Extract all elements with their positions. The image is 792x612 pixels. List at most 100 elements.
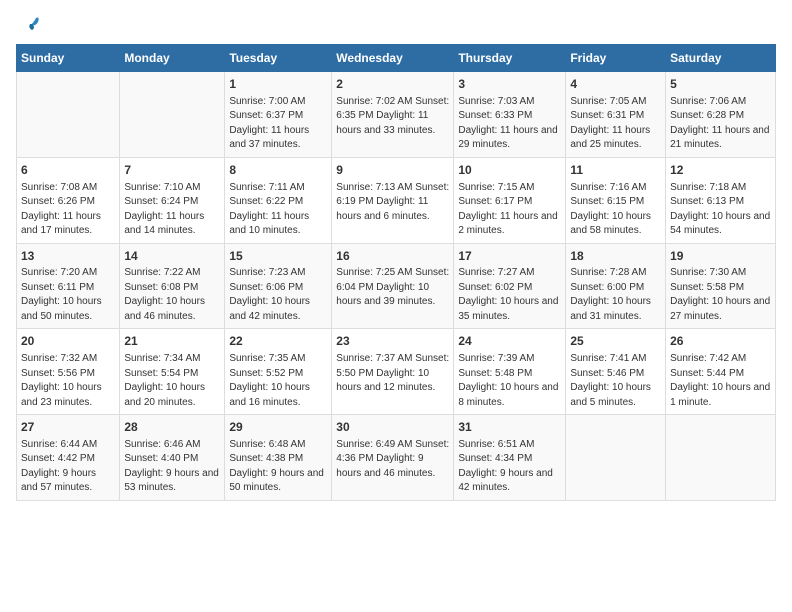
day-number: 6 bbox=[21, 162, 115, 179]
cell-content: Sunrise: 6:46 AM Sunset: 4:40 PM Dayligh… bbox=[124, 438, 220, 496]
cell-content: Sunrise: 7:00 AM Sunset: 6:37 PM Dayligh… bbox=[229, 95, 327, 153]
cell-content: Sunrise: 7:08 AM Sunset: 6:26 PM Dayligh… bbox=[21, 181, 115, 239]
day-number: 15 bbox=[229, 248, 327, 265]
calendar-cell bbox=[17, 72, 120, 158]
day-number: 20 bbox=[21, 333, 115, 350]
calendar-cell: 21 Sunrise: 7:34 AM Sunset: 5:54 PM Dayli… bbox=[120, 329, 225, 415]
cell-content: Sunrise: 7:28 AM Sunset: 6:00 PM Dayligh… bbox=[570, 266, 661, 324]
day-number: 8 bbox=[229, 162, 327, 179]
day-number: 3 bbox=[458, 76, 561, 93]
calendar-cell: 16Sunrise: 7:25 AM Sunset: 6:04 PM Dayli… bbox=[332, 243, 454, 329]
calendar-cell: 11 Sunrise: 7:16 AM Sunset: 6:15 PM Dayli… bbox=[566, 157, 666, 243]
calendar-cell: 24Sunrise: 7:39 AM Sunset: 5:48 PM Dayli… bbox=[454, 329, 566, 415]
day-number: 9 bbox=[336, 162, 449, 179]
page-header bbox=[16, 16, 776, 36]
calendar-cell: 15Sunrise: 7:23 AM Sunset: 6:06 PM Dayli… bbox=[225, 243, 332, 329]
cell-content: Sunrise: 7:32 AM Sunset: 5:56 PM Dayligh… bbox=[21, 352, 115, 410]
day-number: 23 bbox=[336, 333, 449, 350]
day-header-tuesday: Tuesday bbox=[225, 45, 332, 72]
calendar-cell: 3 Sunrise: 7:03 AM Sunset: 6:33 PM Daylig… bbox=[454, 72, 566, 158]
calendar-cell: 25Sunrise: 7:41 AM Sunset: 5:46 PM Dayli… bbox=[566, 329, 666, 415]
calendar-cell: 7 Sunrise: 7:10 AM Sunset: 6:24 PM Daylig… bbox=[120, 157, 225, 243]
calendar-cell: 22 Sunrise: 7:35 AM Sunset: 5:52 PM Dayli… bbox=[225, 329, 332, 415]
cell-content: Sunrise: 7:15 AM Sunset: 6:17 PM Dayligh… bbox=[458, 181, 561, 239]
calendar-cell: 10Sunrise: 7:15 AM Sunset: 6:17 PM Dayli… bbox=[454, 157, 566, 243]
day-number: 29 bbox=[229, 419, 327, 436]
day-header-wednesday: Wednesday bbox=[332, 45, 454, 72]
cell-content: Sunrise: 7:35 AM Sunset: 5:52 PM Dayligh… bbox=[229, 352, 327, 410]
cell-content: Sunrise: 7:25 AM Sunset: 6:04 PM Dayligh… bbox=[336, 266, 449, 310]
cell-content: Sunrise: 7:20 AM Sunset: 6:11 PM Dayligh… bbox=[21, 266, 115, 324]
day-number: 26 bbox=[670, 333, 771, 350]
calendar-cell: 19Sunrise: 7:30 AM Sunset: 5:58 PM Dayli… bbox=[666, 243, 776, 329]
cell-content: Sunrise: 7:05 AM Sunset: 6:31 PM Dayligh… bbox=[570, 95, 661, 153]
cell-content: Sunrise: 7:42 AM Sunset: 5:44 PM Dayligh… bbox=[670, 352, 771, 410]
logo-bird-icon bbox=[18, 16, 40, 36]
cell-content: Sunrise: 7:39 AM Sunset: 5:48 PM Dayligh… bbox=[458, 352, 561, 410]
cell-content: Sunrise: 7:27 AM Sunset: 6:02 PM Dayligh… bbox=[458, 266, 561, 324]
day-number: 7 bbox=[124, 162, 220, 179]
day-header-sunday: Sunday bbox=[17, 45, 120, 72]
day-header-friday: Friday bbox=[566, 45, 666, 72]
calendar-cell: 20 Sunrise: 7:32 AM Sunset: 5:56 PM Dayli… bbox=[17, 329, 120, 415]
cell-content: Sunrise: 6:51 AM Sunset: 4:34 PM Dayligh… bbox=[458, 438, 561, 496]
cell-content: Sunrise: 7:06 AM Sunset: 6:28 PM Dayligh… bbox=[670, 95, 771, 153]
day-number: 2 bbox=[336, 76, 449, 93]
day-header-saturday: Saturday bbox=[666, 45, 776, 72]
week-row-2: 6 Sunrise: 7:08 AM Sunset: 6:26 PM Daylig… bbox=[17, 157, 776, 243]
day-number: 11 bbox=[570, 162, 661, 179]
calendar-cell: 13Sunrise: 7:20 AM Sunset: 6:11 PM Dayli… bbox=[17, 243, 120, 329]
cell-content: Sunrise: 7:41 AM Sunset: 5:46 PM Dayligh… bbox=[570, 352, 661, 410]
calendar-cell: 1 Sunrise: 7:00 AM Sunset: 6:37 PM Daylig… bbox=[225, 72, 332, 158]
cell-content: Sunrise: 7:16 AM Sunset: 6:15 PM Dayligh… bbox=[570, 181, 661, 239]
day-number: 1 bbox=[229, 76, 327, 93]
cell-content: Sunrise: 7:23 AM Sunset: 6:06 PM Dayligh… bbox=[229, 266, 327, 324]
day-number: 22 bbox=[229, 333, 327, 350]
day-number: 27 bbox=[21, 419, 115, 436]
cell-content: Sunrise: 7:02 AM Sunset: 6:35 PM Dayligh… bbox=[336, 95, 449, 139]
calendar-cell: 12Sunrise: 7:18 AM Sunset: 6:13 PM Dayli… bbox=[666, 157, 776, 243]
week-row-3: 13Sunrise: 7:20 AM Sunset: 6:11 PM Dayli… bbox=[17, 243, 776, 329]
calendar-table: SundayMondayTuesdayWednesdayThursdayFrid… bbox=[16, 44, 776, 501]
logo bbox=[16, 16, 40, 36]
day-number: 28 bbox=[124, 419, 220, 436]
calendar-cell: 27Sunrise: 6:44 AM Sunset: 4:42 PM Dayli… bbox=[17, 415, 120, 501]
calendar-cell: 6 Sunrise: 7:08 AM Sunset: 6:26 PM Daylig… bbox=[17, 157, 120, 243]
cell-content: Sunrise: 7:22 AM Sunset: 6:08 PM Dayligh… bbox=[124, 266, 220, 324]
day-header-thursday: Thursday bbox=[454, 45, 566, 72]
day-number: 21 bbox=[124, 333, 220, 350]
week-row-4: 20 Sunrise: 7:32 AM Sunset: 5:56 PM Dayli… bbox=[17, 329, 776, 415]
day-number: 19 bbox=[670, 248, 771, 265]
day-number: 16 bbox=[336, 248, 449, 265]
day-number: 5 bbox=[670, 76, 771, 93]
calendar-cell: 5 Sunrise: 7:06 AM Sunset: 6:28 PM Daylig… bbox=[666, 72, 776, 158]
calendar-cell: 2 Sunrise: 7:02 AM Sunset: 6:35 PM Daylig… bbox=[332, 72, 454, 158]
calendar-cell bbox=[566, 415, 666, 501]
calendar-cell: 29 Sunrise: 6:48 AM Sunset: 4:38 PM Dayli… bbox=[225, 415, 332, 501]
day-number: 13 bbox=[21, 248, 115, 265]
cell-content: Sunrise: 7:03 AM Sunset: 6:33 PM Dayligh… bbox=[458, 95, 561, 153]
day-header-monday: Monday bbox=[120, 45, 225, 72]
calendar-cell: 18Sunrise: 7:28 AM Sunset: 6:00 PM Dayli… bbox=[566, 243, 666, 329]
calendar-cell: 26 Sunrise: 7:42 AM Sunset: 5:44 PM Dayli… bbox=[666, 329, 776, 415]
calendar-cell: 17Sunrise: 7:27 AM Sunset: 6:02 PM Dayli… bbox=[454, 243, 566, 329]
calendar-cell bbox=[666, 415, 776, 501]
cell-content: Sunrise: 7:10 AM Sunset: 6:24 PM Dayligh… bbox=[124, 181, 220, 239]
day-number: 17 bbox=[458, 248, 561, 265]
calendar-cell: 23Sunrise: 7:37 AM Sunset: 5:50 PM Dayli… bbox=[332, 329, 454, 415]
calendar-cell: 30 Sunrise: 6:49 AM Sunset: 4:36 PM Dayli… bbox=[332, 415, 454, 501]
day-number: 12 bbox=[670, 162, 771, 179]
cell-content: Sunrise: 7:30 AM Sunset: 5:58 PM Dayligh… bbox=[670, 266, 771, 324]
calendar-cell: 9 Sunrise: 7:13 AM Sunset: 6:19 PM Daylig… bbox=[332, 157, 454, 243]
calendar-cell: 8Sunrise: 7:11 AM Sunset: 6:22 PM Daylig… bbox=[225, 157, 332, 243]
cell-content: Sunrise: 7:13 AM Sunset: 6:19 PM Dayligh… bbox=[336, 181, 449, 225]
cell-content: Sunrise: 7:34 AM Sunset: 5:54 PM Dayligh… bbox=[124, 352, 220, 410]
day-number: 14 bbox=[124, 248, 220, 265]
day-number: 18 bbox=[570, 248, 661, 265]
day-number: 30 bbox=[336, 419, 449, 436]
header-row: SundayMondayTuesdayWednesdayThursdayFrid… bbox=[17, 45, 776, 72]
cell-content: Sunrise: 6:49 AM Sunset: 4:36 PM Dayligh… bbox=[336, 438, 449, 482]
calendar-cell bbox=[120, 72, 225, 158]
cell-content: Sunrise: 6:48 AM Sunset: 4:38 PM Dayligh… bbox=[229, 438, 327, 496]
day-number: 31 bbox=[458, 419, 561, 436]
